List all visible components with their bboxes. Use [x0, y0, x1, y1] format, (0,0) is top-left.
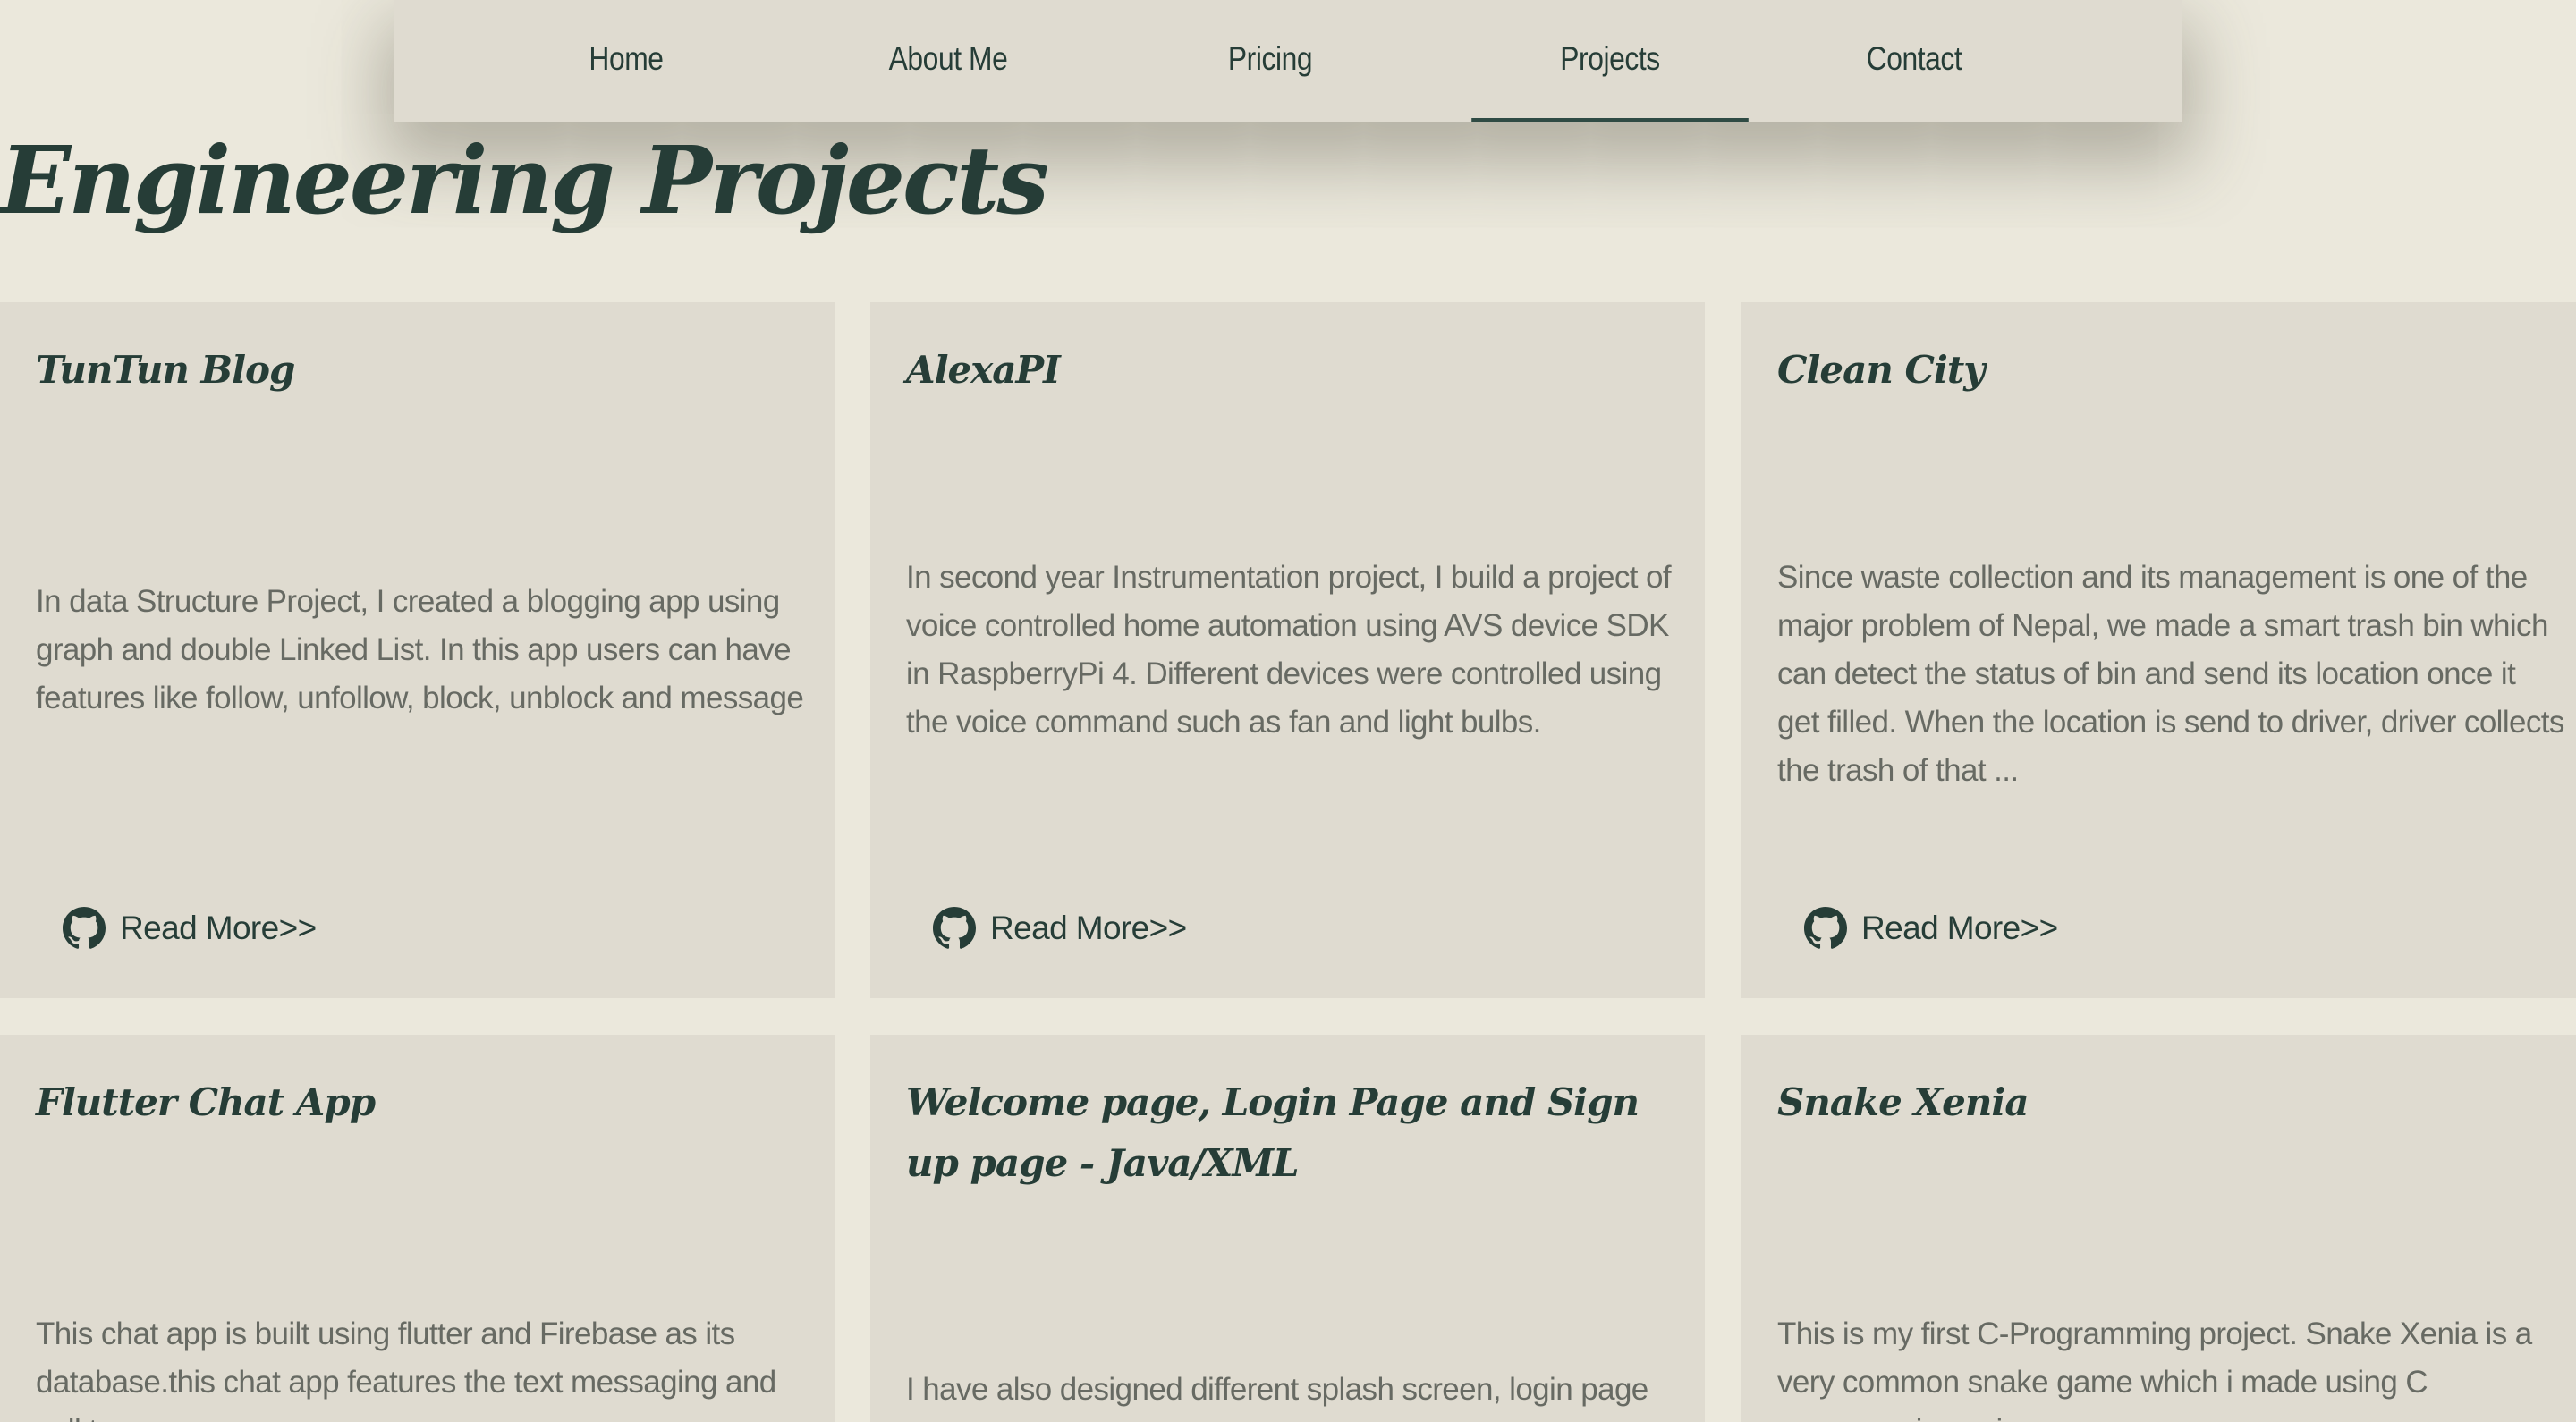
project-card-snake-xenia: Snake Xenia This is my first C-Programmi…	[1741, 1035, 2576, 1422]
project-title: Flutter Chat App	[36, 1080, 376, 1124]
nav-home-link[interactable]: Home	[487, 0, 765, 118]
project-description: This chat app is built using flutter and…	[36, 1316, 776, 1422]
nav-contact-link[interactable]: Contact	[1775, 0, 2053, 118]
read-more-label: Read More>>	[990, 910, 1187, 946]
project-description: This is my first C-Programming project. …	[1777, 1316, 2532, 1422]
read-more-label: Read More>>	[1861, 910, 2058, 946]
github-icon	[1804, 907, 1847, 949]
nav-pricing-link[interactable]: Pricing	[1131, 0, 1409, 118]
project-card-clean-city: Clean City Since waste collection and it…	[1741, 302, 2576, 998]
read-more-link[interactable]: Read More>>	[1804, 903, 2058, 953]
project-description: In second year Instrumentation project, …	[906, 560, 1672, 740]
project-card-login-signup-pages: Welcome page, Login Page and Sign up pag…	[870, 1035, 1705, 1422]
top-navigation: Home About Me Pricing Projects Contact	[394, 0, 2182, 122]
project-title: TunTun Blog	[36, 348, 295, 392]
nav-projects-link[interactable]: Projects	[1471, 0, 1749, 122]
project-description: Since waste collection and its managemen…	[1777, 560, 2564, 788]
read-more-label: Read More>>	[120, 910, 317, 946]
project-description: I have also designed different splash sc…	[906, 1372, 1648, 1422]
project-title: AlexaPI	[906, 348, 1061, 392]
project-title: Clean City	[1777, 348, 1986, 392]
project-title: Snake Xenia	[1777, 1080, 2029, 1124]
page-title: Engineering Projects	[0, 125, 1049, 235]
project-description: In data Structure Project, I created a b…	[36, 584, 804, 715]
github-icon	[63, 907, 106, 949]
read-more-link[interactable]: Read More>>	[933, 903, 1187, 953]
project-card-tuntun-blog: TunTun Blog In data Structure Project, I…	[0, 302, 835, 998]
read-more-link[interactable]: Read More>>	[63, 903, 317, 953]
project-card-alexapi: AlexaPI In second year Instrumentation p…	[870, 302, 1705, 998]
nav-about-me-link[interactable]: About Me	[809, 0, 1087, 118]
project-title: Welcome page, Login Page and Sign up pag…	[906, 1080, 1640, 1185]
project-card-flutter-chat-app: Flutter Chat App This chat app is built …	[0, 1035, 835, 1422]
github-icon	[933, 907, 976, 949]
